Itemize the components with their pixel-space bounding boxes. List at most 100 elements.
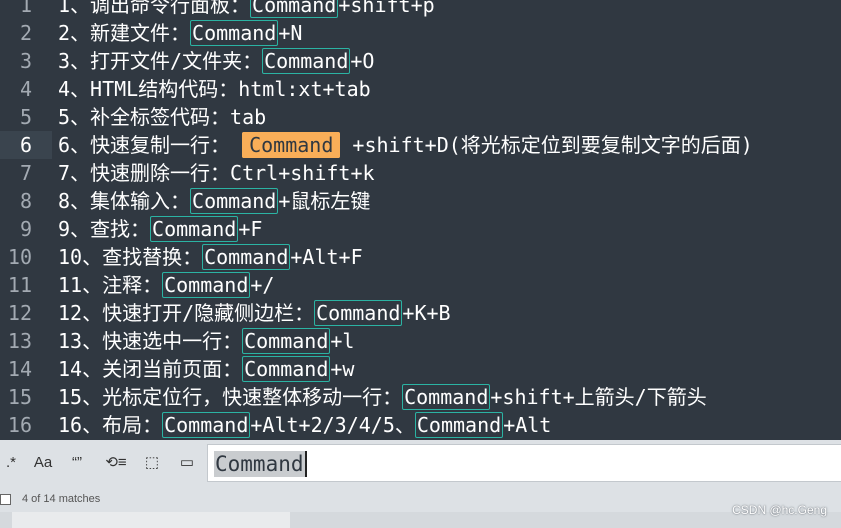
text-segment: 15、光标定位行，快速整体移动一行： [58,385,403,409]
line-text: 12、快速打开/隐藏侧边栏： Command +K+B [58,299,451,327]
code-line[interactable]: 10 10、查找替换： Command +Alt+F [0,243,841,271]
code-line[interactable]: 14 14、关闭当前页面： Command +w [0,355,841,383]
line-text: 3、打开文件/文件夹： Command +O [58,47,374,75]
line-number: 14 [7,357,32,381]
find-query-text: Command [214,451,305,477]
line-text: 6、快速复制一行： Command +shift+D(将光标定位到要复制文字的后… [58,131,753,159]
text-segment: +l [330,329,355,353]
match-highlight: Command [162,272,251,298]
status-bar: 4 of 14 matches [0,490,841,512]
text-segment: 16、布局： [58,413,163,437]
code-line[interactable]: 13 13、快速选中一行： Command +l [0,327,841,355]
find-input[interactable]: Command [207,444,841,482]
regex-icon: .* [5,453,16,471]
text-segment: 2、新建文件： [58,21,191,45]
line-number: 12 [7,301,32,325]
line-text: 13、快速选中一行： Command +l [58,327,354,355]
text-segment: +鼠标左键 [278,189,371,213]
text-segment: +F [238,217,263,241]
text-segment: 4、HTML结构代码：html:xt+tab [58,77,371,101]
line-text: 10、查找替换： Command +Alt+F [58,243,363,271]
line-text: 4、HTML结构代码：html:xt+tab [58,75,371,103]
code-line[interactable]: 9 9、查找： Command +F [0,215,841,243]
code-line[interactable]: 7 7、快速删除一行：Ctrl+shift+k [0,159,841,187]
text-segment: 1、调出命令行面板： [58,0,251,17]
code-line[interactable]: 11 11、注释： Command +/ [0,271,841,299]
match-highlight: Command [190,20,279,46]
text-segment: 6、快速复制一行： [58,133,243,157]
text-caret [305,451,307,477]
code-line[interactable]: 1 1、调出命令行面板： Command +shift+p [0,0,841,19]
match-highlight: Command [150,216,239,242]
code-line[interactable]: 8 8、集体输入： Command +鼠标左键 [0,187,841,215]
text-segment: +O [350,49,375,73]
line-text: 5、补全标签代码：tab [58,103,266,131]
text-segment: +shift+p [338,0,435,17]
code-line[interactable]: 5 5、补全标签代码：tab [0,103,841,131]
match-count-status: 4 of 14 matches [22,493,101,505]
match-highlight: Command [262,48,351,74]
in-selection-icon: ⬚ [144,454,160,471]
line-text: 11、注释： Command +/ [58,271,274,299]
text-segment: +shift+上箭头/下箭头 [490,385,707,409]
text-segment: +Alt [503,413,552,437]
match-highlight: Command [402,384,491,410]
case-sensitive-toggle-button[interactable]: Aa [28,446,58,478]
code-line[interactable]: 12 12、快速打开/隐藏侧边栏： Command +K+B [0,299,841,327]
text-segment: +/ [250,273,275,297]
text-segment: 12、快速打开/隐藏侧边栏： [58,301,315,325]
line-number: 16 [7,413,32,437]
line-number: 13 [7,329,32,353]
code-line[interactable]: 16 16、布局： Command +Alt+2/3/4/5、 Command +Alt [0,411,841,439]
text-segment: 14、关闭当前页面： [58,357,243,381]
match-highlight: Command [314,300,403,326]
line-number: 5 [19,105,32,129]
text-segment: 5、补全标签代码：tab [58,105,267,129]
match-highlight: Command [242,328,331,354]
bottom-panel-tab [12,512,290,528]
text-segment: +w [330,357,355,381]
line-number: 8 [19,189,32,213]
line-number: 6 [0,131,52,159]
line-text: 16、布局： Command +Alt+2/3/4/5、 Command +Alt [58,411,551,439]
match-highlight: Command [414,412,504,438]
current-match-highlight: Command [242,132,341,158]
regex-toggle-button[interactable]: .* [0,446,26,478]
text-segment: +Alt+2/3/4/5、 [250,413,415,437]
code-line[interactable]: 3 3、打开文件/文件夹： Command +O [0,47,841,75]
line-number: 3 [19,49,32,73]
editor-pane[interactable]: 1 1、调出命令行面板： Command +shift+p 2 2、新建文件： Comman… [0,0,841,440]
code-line[interactable]: 2 2、新建文件： Command +N [0,19,841,47]
whole-word-icon: “” [72,453,82,471]
code-line[interactable]: 4 4、HTML结构代码：html:xt+tab [0,75,841,103]
highlight-matches-toggle-button[interactable]: ▭ [172,446,202,478]
line-text: 2、新建文件： Command +N [58,19,302,47]
highlight-matches-icon: ▭ [179,454,195,471]
text-segment: +Alt+F [290,245,363,269]
text-segment: 3、打开文件/文件夹： [58,49,263,73]
watermark: CSDN @hc.Geng [732,503,827,517]
line-text: 15、光标定位行，快速整体移动一行： Command +shift+上箭头/下箭头 [58,383,707,411]
in-selection-toggle-button[interactable]: ⬚ [137,446,167,478]
text-segment: +N [278,21,303,45]
text-segment: +shift+D(将光标定位到要复制文字的后面) [340,133,753,157]
match-highlight: Command [250,0,339,18]
wrap-toggle-button[interactable]: ⟲≡ [101,446,131,478]
status-checkbox[interactable] [0,494,11,505]
code-line[interactable]: 6 6、快速复制一行： Command +shift+D(将光标定位到要复制文字的… [0,131,841,159]
line-text: 7、快速删除一行：Ctrl+shift+k [58,159,375,187]
text-segment: 8、集体输入： [58,189,191,213]
text-segment: 7、快速删除一行：Ctrl+shift+k [58,161,375,185]
match-highlight: Command [190,188,279,214]
code-line[interactable]: 15 15、光标定位行，快速整体移动一行： Command +shift+上箭头/下箭… [0,383,841,411]
line-number: 10 [7,245,32,269]
line-number: 9 [19,217,32,241]
text-segment: 10、查找替换： [58,245,203,269]
line-number: 15 [7,385,32,409]
line-number: 7 [19,161,32,185]
line-text: 9、查找： Command +F [58,215,262,243]
whole-word-toggle-button[interactable]: “” [62,446,92,478]
line-number: 2 [19,21,32,45]
line-number: 4 [19,77,32,101]
match-highlight: Command [162,412,251,438]
